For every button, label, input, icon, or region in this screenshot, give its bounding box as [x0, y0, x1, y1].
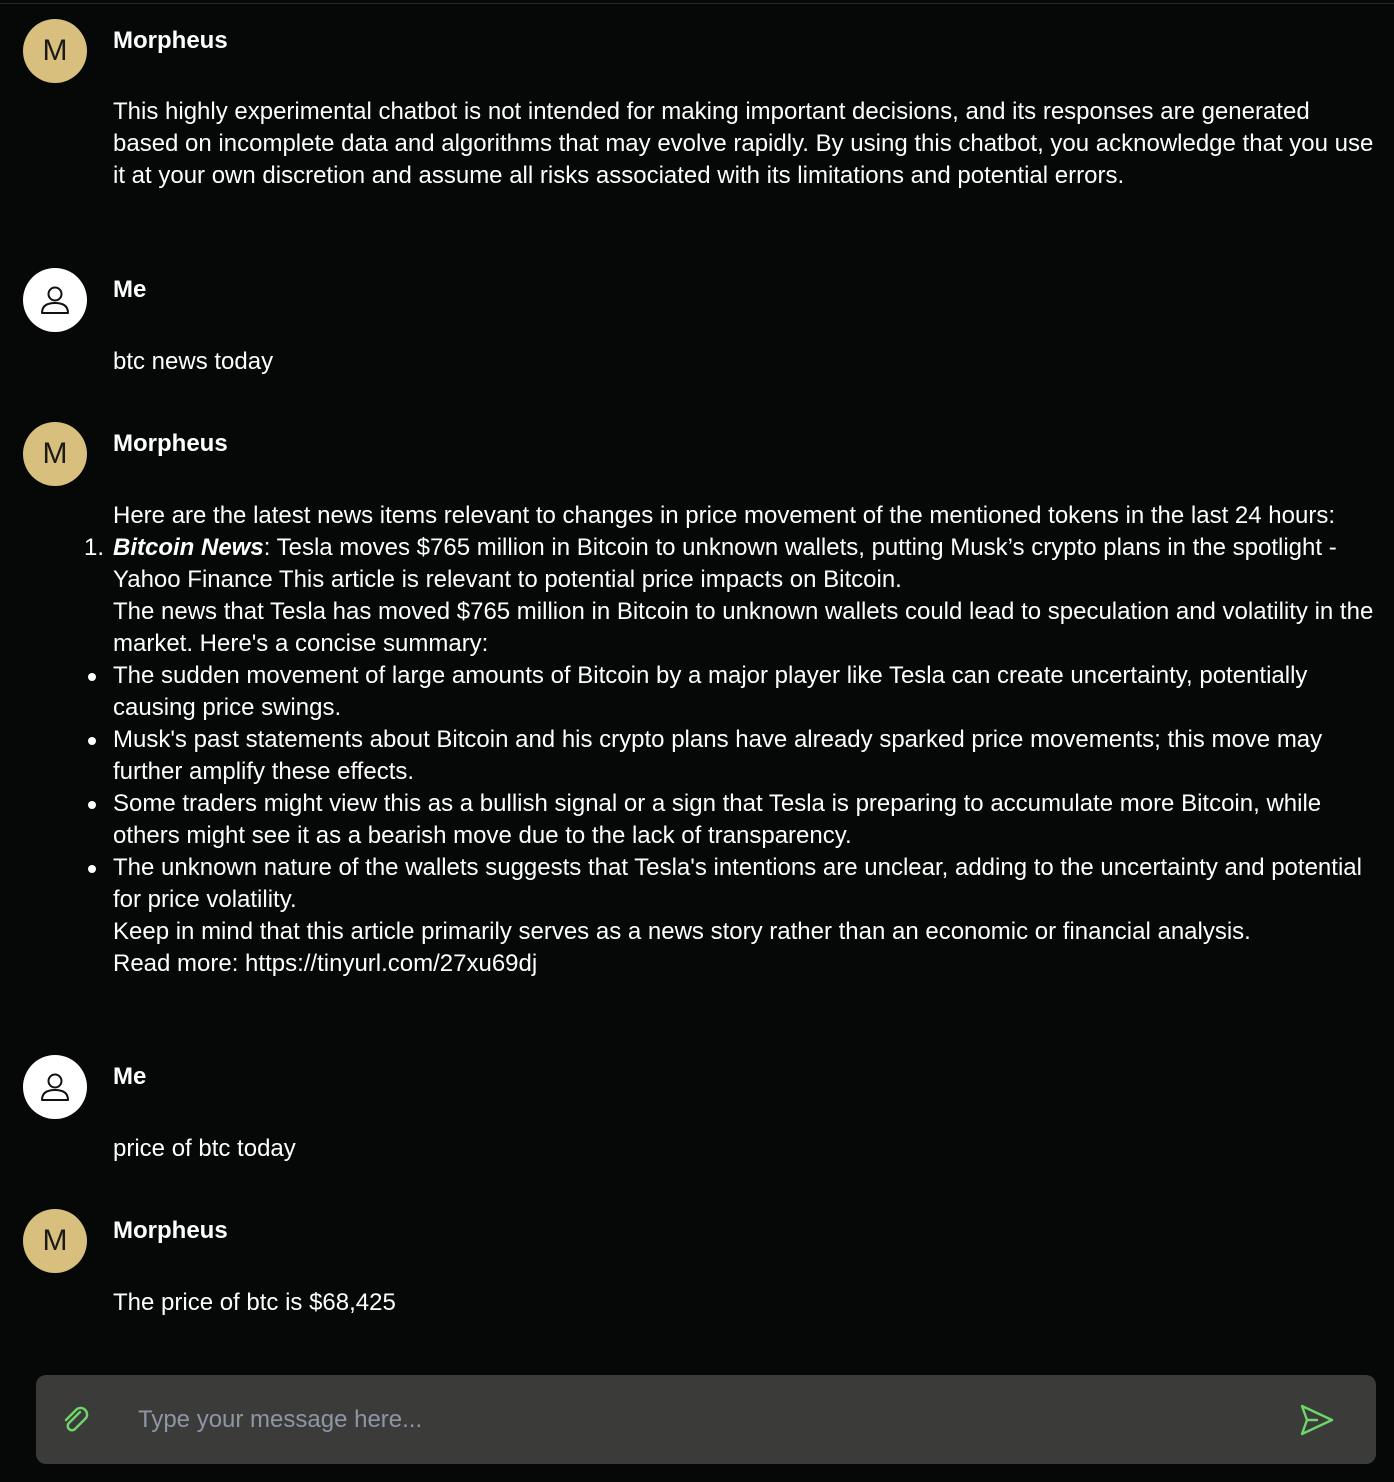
- message-text: The price of btc is $68,425: [113, 1287, 1378, 1319]
- list-item: The unknown nature of the wallets sugges…: [88, 852, 1378, 916]
- message-text: price of btc today: [113, 1133, 1378, 1165]
- attach-button[interactable]: [60, 1405, 92, 1435]
- bullet-dot: [88, 673, 96, 681]
- user-icon: [41, 286, 69, 314]
- user-query: btc news today: [113, 348, 274, 375]
- bot-avatar: M: [23, 1209, 87, 1273]
- list-number: 1.: [84, 534, 105, 561]
- list-item: Some traders might view this as a bullis…: [88, 788, 1378, 852]
- bullet-dot: [88, 801, 96, 809]
- sender-name: Morpheus: [113, 1217, 228, 1244]
- message-text: Here are the latest news items relevant …: [84, 500, 1378, 980]
- avatar-letter: M: [42, 1224, 68, 1257]
- bullet-dot: [88, 737, 96, 745]
- bullet-text: Musk's past statements about Bitcoin and…: [113, 726, 1323, 785]
- message-input[interactable]: [136, 1393, 1280, 1447]
- message-text: btc news today: [113, 346, 1378, 378]
- sender-name: Morpheus: [113, 27, 228, 54]
- disclaimer-text: This highly experimental chatbot is not …: [113, 98, 1374, 189]
- bullet-dot: [88, 865, 96, 873]
- news-summary: The news that Tesla has moved $765 milli…: [113, 598, 1374, 657]
- news-headline: : Tesla moves $765 million in Bitcoin to…: [113, 534, 1337, 593]
- bot-avatar: M: [23, 19, 87, 83]
- read-more-link[interactable]: Read more: https://tinyurl.com/27xu69dj: [113, 948, 1378, 980]
- list-item: Musk's past statements about Bitcoin and…: [88, 724, 1378, 788]
- top-divider: [0, 3, 1394, 4]
- sender-name: Me: [113, 276, 147, 303]
- send-icon: [1300, 1404, 1334, 1436]
- bullet-text: The sudden movement of large amounts of …: [113, 662, 1308, 721]
- news-title: Bitcoin News: [113, 534, 264, 561]
- bullet-text: Some traders might view this as a bullis…: [113, 790, 1322, 849]
- avatar-letter: M: [42, 34, 68, 67]
- price-answer: The price of btc is $68,425: [113, 1289, 396, 1316]
- avatar-letter: M: [42, 437, 68, 470]
- paperclip-icon: [64, 1406, 89, 1432]
- news-intro: Here are the latest news items relevant …: [113, 502, 1335, 529]
- list-item: The sudden movement of large amounts of …: [88, 660, 1378, 724]
- user-query: price of btc today: [113, 1135, 296, 1162]
- news-item: 1. Bitcoin News: Tesla moves $765 millio…: [84, 532, 1378, 596]
- sender-name: Me: [113, 1063, 147, 1090]
- message-composer: [36, 1375, 1376, 1464]
- user-icon: [41, 1073, 69, 1101]
- bot-avatar: M: [23, 422, 87, 486]
- user-avatar: [23, 268, 87, 332]
- message-text: This highly experimental chatbot is not …: [113, 96, 1378, 192]
- user-avatar: [23, 1055, 87, 1119]
- bullet-text: The unknown nature of the wallets sugges…: [113, 854, 1362, 913]
- send-button[interactable]: [1298, 1401, 1336, 1439]
- sender-name: Morpheus: [113, 430, 228, 457]
- news-footer: Keep in mind that this article primarily…: [113, 918, 1251, 945]
